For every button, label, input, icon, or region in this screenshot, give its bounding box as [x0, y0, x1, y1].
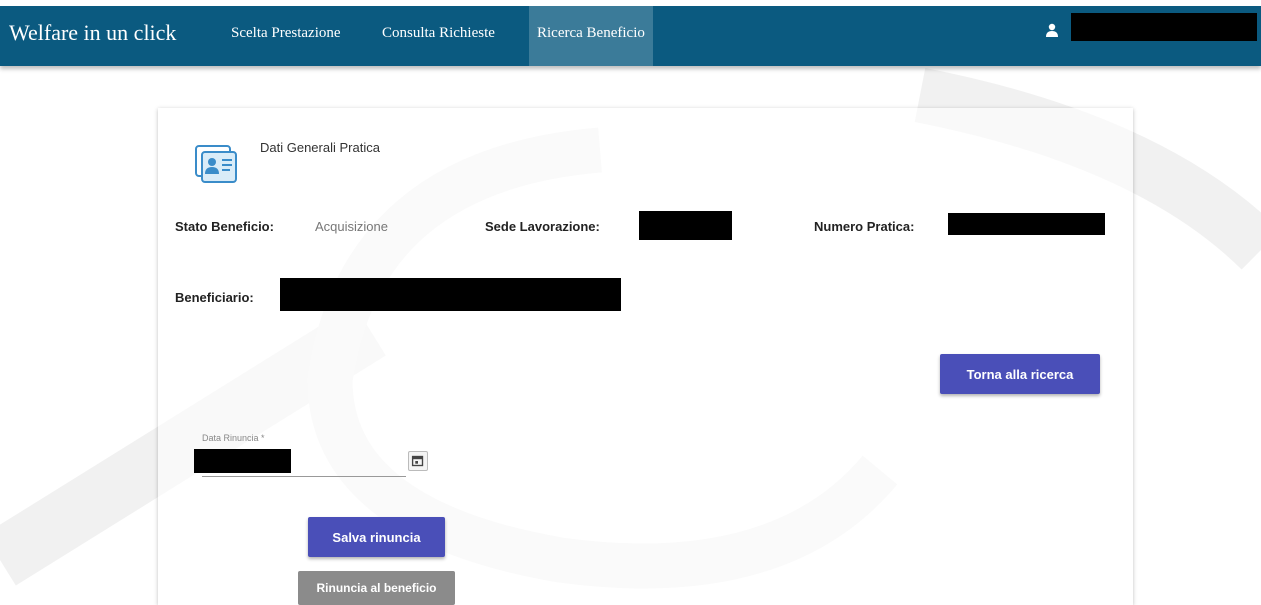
user-name-redacted[interactable]	[1071, 13, 1257, 41]
stato-beneficio-value: Acquisizione	[315, 219, 388, 234]
app-brand[interactable]: Welfare in un click	[9, 18, 176, 48]
numero-pratica-value-redacted	[948, 213, 1105, 235]
data-rinuncia-input-redacted[interactable]	[194, 449, 291, 473]
top-navbar: Welfare in un click Scelta Prestazione C…	[0, 0, 1261, 66]
data-rinuncia-underline	[202, 476, 406, 477]
sede-lavorazione-label: Sede Lavorazione:	[485, 219, 600, 234]
numero-pratica-label: Numero Pratica:	[814, 219, 915, 234]
user-icon[interactable]	[1046, 23, 1058, 37]
sede-lavorazione-value-redacted	[639, 211, 732, 240]
beneficiario-label: Beneficiario:	[175, 290, 254, 305]
beneficiario-value-redacted	[280, 278, 621, 311]
nav-consulta-richieste[interactable]: Consulta Richieste	[374, 6, 503, 66]
nav-scelta-prestazione[interactable]: Scelta Prestazione	[223, 6, 349, 66]
stato-beneficio-label: Stato Beneficio:	[175, 219, 274, 234]
torna-alla-ricerca-button[interactable]: Torna alla ricerca	[940, 354, 1100, 394]
calendar-icon[interactable]	[408, 451, 428, 471]
salva-rinuncia-button[interactable]: Salva rinuncia	[308, 517, 445, 557]
pratica-card: Dati Generali Pratica Stato Beneficio: A…	[158, 108, 1133, 605]
section-title: Dati Generali Pratica	[260, 140, 380, 155]
id-card-icon	[195, 145, 237, 183]
rinuncia-al-beneficio-button[interactable]: Rinuncia al beneficio	[298, 571, 455, 605]
nav-ricerca-beneficio[interactable]: Ricerca Beneficio	[529, 6, 653, 66]
data-rinuncia-label: Data Rinuncia *	[202, 433, 265, 443]
